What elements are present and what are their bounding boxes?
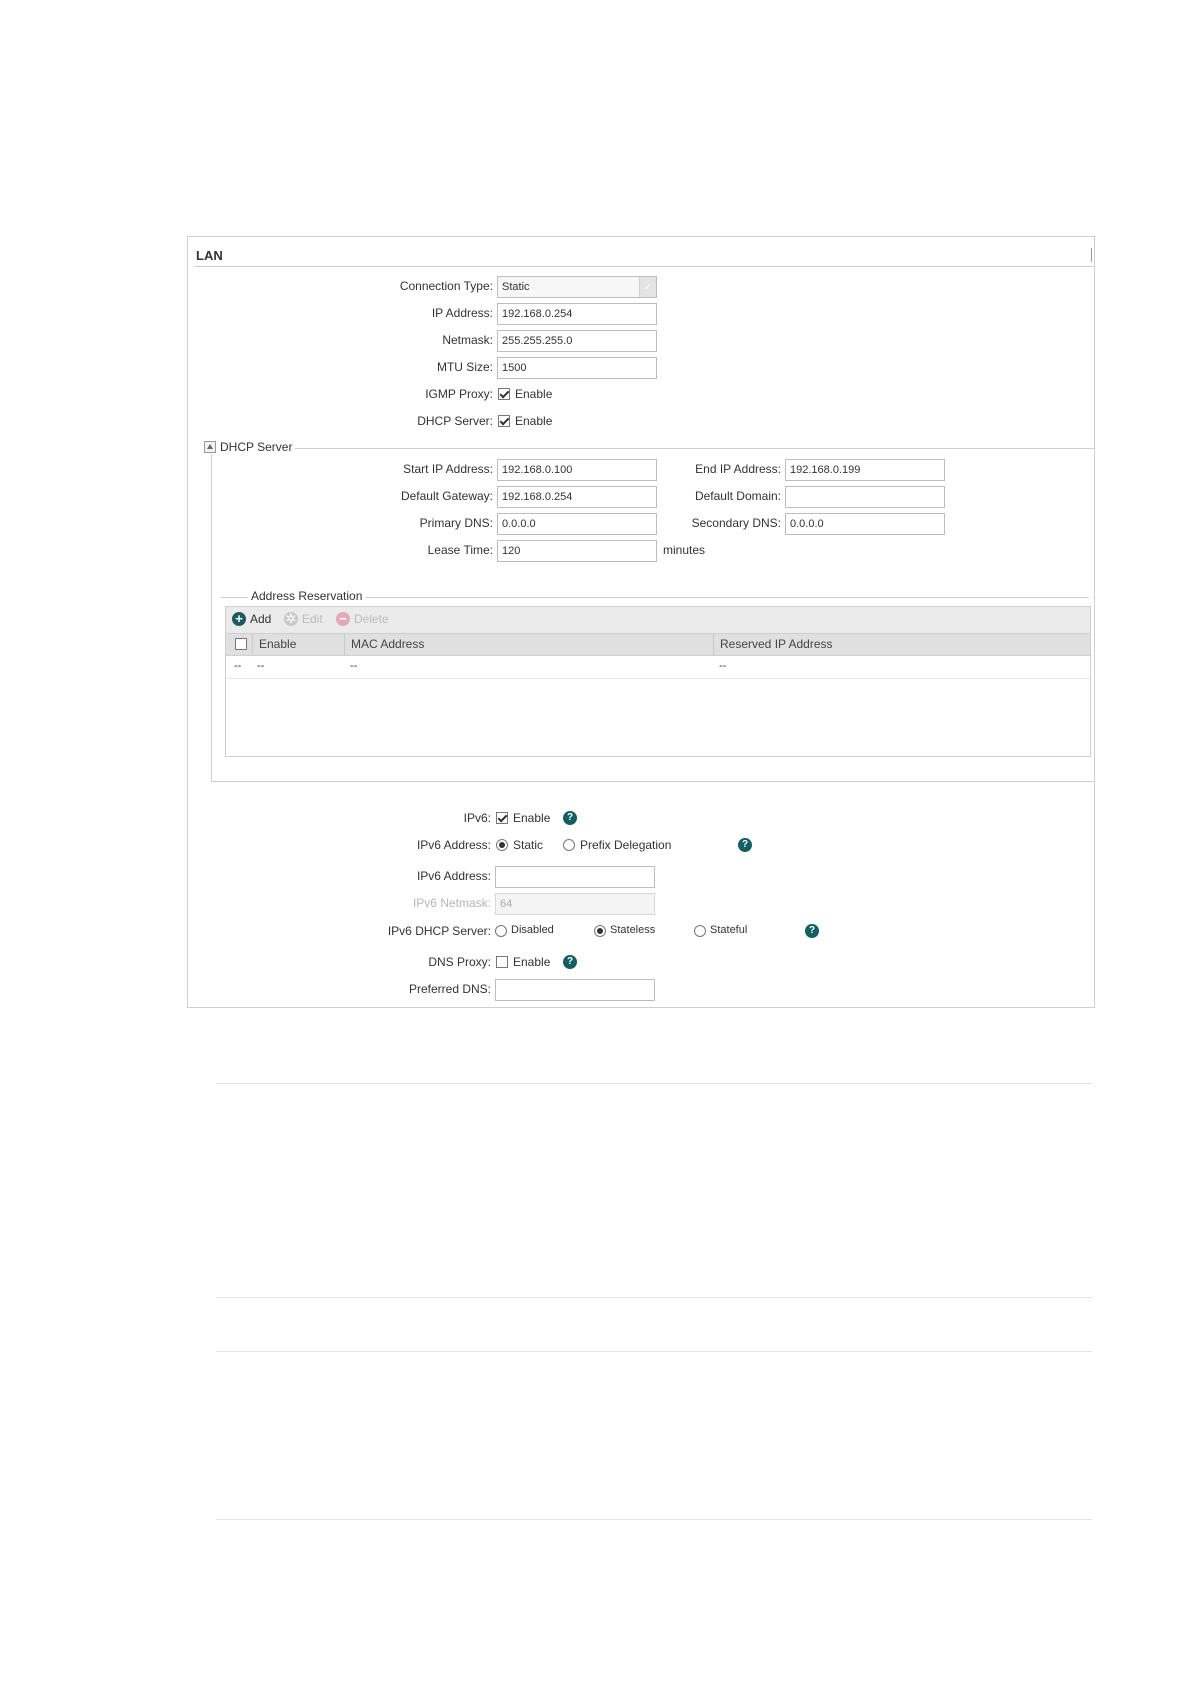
static-radio-label: Static: [513, 838, 544, 852]
prefix-delegation-radio-label: Prefix Delegation: [580, 838, 672, 852]
default-domain-label: Default Domain:: [694, 489, 781, 503]
add-button-label: Add: [250, 612, 272, 626]
edit-button-label: Edit: [302, 612, 323, 626]
page-divider: [216, 1083, 1092, 1084]
lease-time-unit: minutes: [663, 543, 706, 557]
column-header-mac[interactable]: MAC Address: [351, 637, 424, 651]
help-icon[interactable]: ?: [738, 838, 752, 852]
plus-icon: +: [232, 612, 246, 626]
ipv6-label: IPv6:: [463, 811, 491, 825]
help-icon[interactable]: ?: [563, 811, 577, 825]
column-divider: [344, 634, 345, 655]
reservation-toolbar: + Add ✲ Edit − Delete: [226, 607, 1090, 633]
prefix-delegation-radio[interactable]: [563, 839, 575, 851]
column-divider: [252, 634, 253, 655]
lease-time-label: Lease Time:: [427, 543, 493, 557]
row-select-cell: --: [234, 660, 242, 672]
ip-address-label: IP Address:: [431, 306, 493, 320]
connection-type-label: Connection Type:: [399, 279, 493, 293]
dns-proxy-label: DNS Proxy:: [428, 955, 491, 969]
address-reservation-legend: Address Reservation: [248, 589, 366, 603]
igmp-proxy-checkbox[interactable]: [498, 388, 510, 400]
dhcp-disabled-label: Disabled: [511, 924, 554, 936]
help-icon[interactable]: ?: [805, 924, 819, 938]
reservation-table: + Add ✲ Edit − Delete Enable MAC Address…: [225, 606, 1091, 757]
dhcp-server-label: DHCP Server:: [417, 414, 493, 428]
netmask-input[interactable]: 255.255.255.0: [497, 330, 657, 352]
column-divider: [713, 634, 714, 655]
mtu-size-input[interactable]: 1500: [497, 357, 657, 379]
column-header-enable[interactable]: Enable: [259, 637, 296, 651]
row-enable-cell: --: [257, 660, 265, 672]
ipv6-netmask-input[interactable]: 64: [495, 893, 655, 915]
igmp-proxy-label: IGMP Proxy:: [425, 387, 493, 401]
collapse-toggle-icon[interactable]: [204, 441, 216, 453]
dhcp-server-enable-label: Enable: [515, 414, 553, 428]
add-button[interactable]: + Add: [232, 612, 271, 626]
panel-title: LAN: [196, 248, 223, 263]
page-divider: [216, 1297, 1092, 1298]
preferred-dns-label: Preferred DNS:: [408, 982, 491, 996]
lease-time-input[interactable]: 120: [497, 540, 657, 562]
ipv6-checkbox[interactable]: [496, 812, 508, 824]
default-domain-input[interactable]: [785, 486, 945, 508]
ipv6-enable-label: Enable: [513, 811, 551, 825]
panel-edge-marker: [1091, 248, 1092, 262]
dhcp-server-legend: DHCP Server: [201, 440, 296, 454]
delete-button[interactable]: − Delete: [336, 612, 389, 626]
row-mac-cell: --: [350, 660, 358, 672]
primary-dns-label: Primary DNS:: [419, 516, 493, 530]
dns-proxy-checkbox[interactable]: [496, 956, 508, 968]
help-icon[interactable]: ?: [563, 955, 577, 969]
connection-type-select[interactable]: Static: [497, 276, 657, 298]
page-divider: [216, 1351, 1092, 1352]
dhcp-stateful-label: Stateful: [710, 924, 748, 936]
secondary-dns-input[interactable]: 0.0.0.0: [785, 513, 945, 535]
gear-icon: ✲: [284, 611, 298, 626]
delete-button-label: Delete: [354, 612, 389, 626]
preferred-dns-input[interactable]: [495, 979, 655, 1001]
dhcp-disabled-radio[interactable]: [495, 925, 507, 937]
table-row[interactable]: -- -- -- --: [226, 655, 1090, 679]
lan-panel: LAN Connection Type: Static IP Address: …: [187, 236, 1095, 1008]
dns-proxy-enable-label: Enable: [513, 955, 551, 969]
secondary-dns-label: Secondary DNS:: [691, 516, 781, 530]
panel-divider: [194, 266, 1094, 267]
reservation-table-header: Enable MAC Address Reserved IP Address: [226, 633, 1090, 656]
static-radio[interactable]: [496, 839, 508, 851]
ipv6-address-type-label: IPv6 Address:: [416, 838, 491, 852]
dhcp-server-legend-text: DHCP Server: [220, 440, 293, 454]
dhcp-stateless-radio[interactable]: [594, 925, 606, 937]
end-ip-input[interactable]: 192.168.0.199: [785, 459, 945, 481]
select-all-checkbox[interactable]: [235, 638, 247, 650]
ip-address-input[interactable]: 192.168.0.254: [497, 303, 657, 325]
dhcp-server-checkbox[interactable]: [498, 415, 510, 427]
page-divider: [216, 1519, 1092, 1520]
end-ip-label: End IP Address:: [695, 462, 781, 476]
minus-icon: −: [336, 612, 350, 626]
ipv6-netmask-label: IPv6 Netmask:: [412, 896, 491, 910]
igmp-proxy-enable-label: Enable: [515, 387, 553, 401]
mtu-size-label: MTU Size:: [436, 360, 493, 374]
ipv6-dhcp-server-label: IPv6 DHCP Server:: [387, 924, 491, 938]
netmask-label: Netmask:: [442, 333, 493, 347]
dhcp-stateless-label: Stateless: [610, 924, 656, 936]
row-reserved-ip-cell: --: [719, 660, 727, 672]
chevron-down-icon: [639, 277, 656, 297]
default-gateway-label: Default Gateway:: [400, 489, 493, 503]
dhcp-stateful-radio[interactable]: [694, 925, 706, 937]
start-ip-label: Start IP Address:: [403, 462, 493, 476]
ipv6-address-input[interactable]: [495, 866, 655, 888]
column-header-reserved-ip[interactable]: Reserved IP Address: [720, 637, 833, 651]
ipv6-address-label: IPv6 Address:: [416, 869, 491, 883]
connection-type-value: Static: [502, 281, 530, 293]
edit-button[interactable]: ✲ Edit: [284, 612, 323, 626]
